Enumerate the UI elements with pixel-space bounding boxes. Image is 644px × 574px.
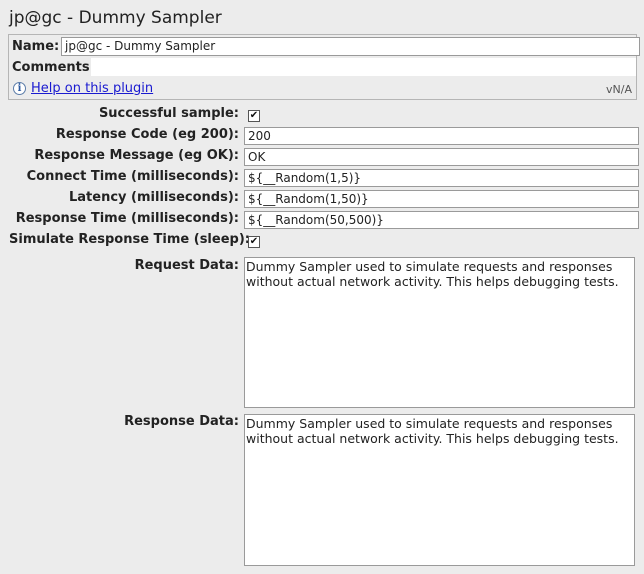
response-time-input[interactable]: ${__Random(50,500)} <box>244 211 639 229</box>
response-message-input[interactable]: OK <box>244 148 639 166</box>
name-input[interactable]: jp@gc - Dummy Sampler <box>61 37 640 56</box>
dummy-sampler-panel: jp@gc - Dummy Sampler Name: jp@gc - Dumm… <box>0 0 644 574</box>
simulate-response-time-checkbox[interactable]: ✔ <box>248 236 260 248</box>
response-code-label: Response Code (eg 200): <box>55 127 239 142</box>
help-row: i Help on this plugin vN/A <box>12 81 632 99</box>
successful-sample-label: Successful sample: <box>98 106 239 121</box>
response-data-label: Response Data: <box>124 414 239 429</box>
response-data-textarea[interactable]: Dummy Sampler used to simulate requests … <box>244 414 635 566</box>
simulate-response-time-label: Simulate Response Time (sleep): <box>9 232 250 247</box>
comments-input[interactable] <box>91 58 636 76</box>
response-message-label: Response Message (eg OK): <box>34 148 239 163</box>
name-comments-box: Name: jp@gc - Dummy Sampler Comments: i … <box>8 34 640 100</box>
name-label: Name: <box>12 39 60 54</box>
help-link[interactable]: Help on this plugin <box>31 81 153 96</box>
comments-label: Comments: <box>12 60 95 75</box>
latency-label: Latency (milliseconds): <box>69 190 239 205</box>
version-label: vN/A <box>606 83 632 96</box>
panel-title: jp@gc - Dummy Sampler <box>9 8 222 28</box>
info-icon: i <box>13 82 26 95</box>
connect-time-input[interactable]: ${__Random(1,5)} <box>244 169 639 187</box>
request-data-label: Request Data: <box>134 258 239 273</box>
comments-row: Comments: <box>9 58 636 78</box>
response-time-label: Response Time (milliseconds): <box>15 211 239 226</box>
connect-time-label: Connect Time (milliseconds): <box>26 169 239 184</box>
response-code-input[interactable]: 200 <box>244 127 639 145</box>
successful-sample-checkbox[interactable]: ✔ <box>248 110 260 122</box>
request-data-textarea[interactable]: Dummy Sampler used to simulate requests … <box>244 257 635 408</box>
latency-input[interactable]: ${__Random(1,50)} <box>244 190 639 208</box>
